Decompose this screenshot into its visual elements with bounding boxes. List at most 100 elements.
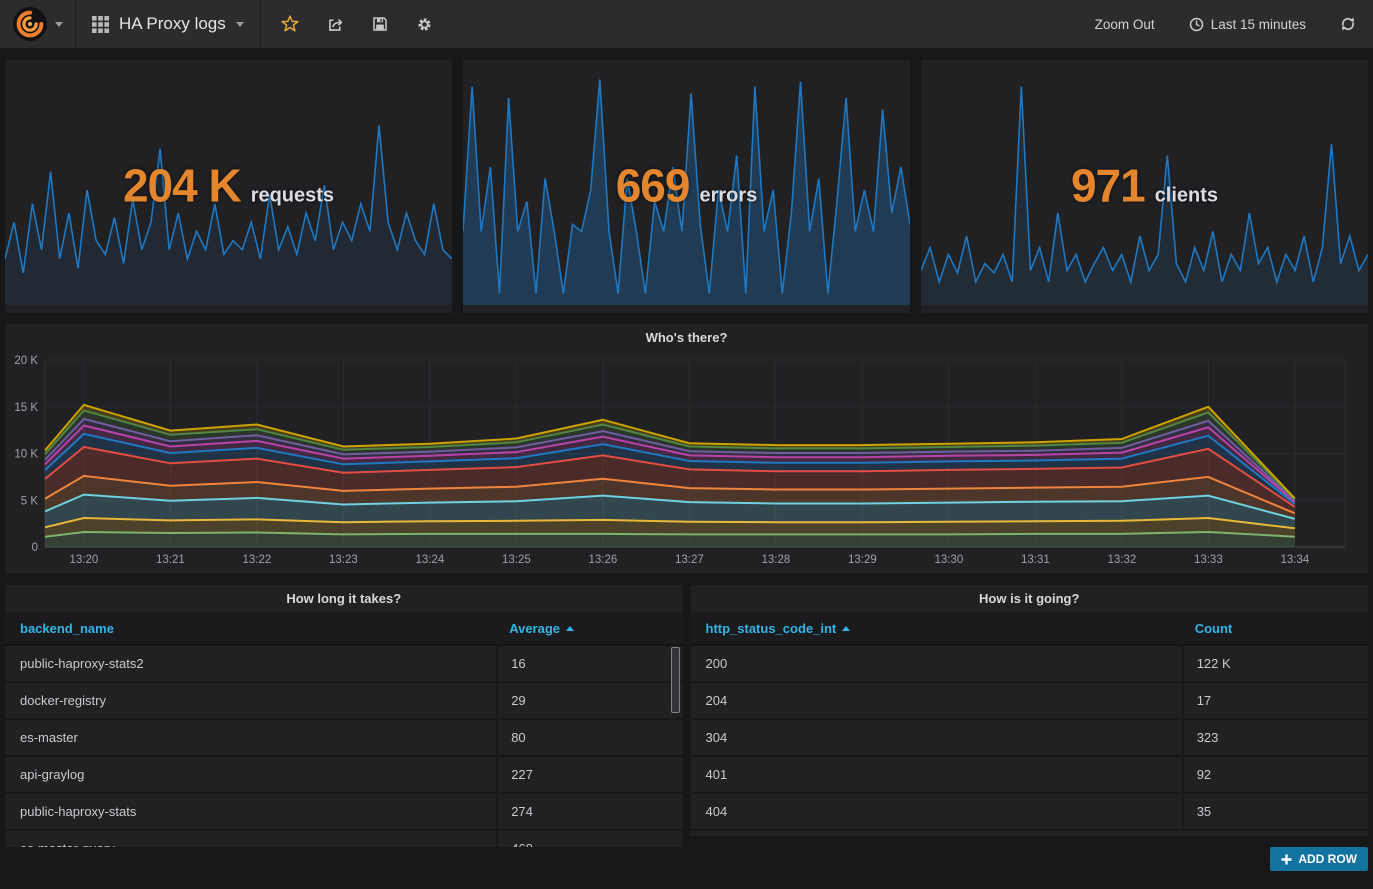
cell-backend_name: docker-registry — [5, 683, 496, 718]
cell-backend_name: api-graylog — [5, 757, 496, 792]
star-button[interactable] — [267, 0, 313, 48]
how-long-it-takes-panel: How long it takes? backend_name Average p… — [5, 585, 683, 847]
svg-text:13:22: 13:22 — [243, 554, 272, 566]
time-range-label: Last 15 minutes — [1211, 17, 1306, 32]
cell-backend_name: public-haproxy-stats2 — [5, 646, 496, 681]
table-header: http_status_code_int Count — [691, 612, 1369, 646]
svg-text:13:32: 13:32 — [1107, 554, 1136, 566]
svg-text:13:28: 13:28 — [761, 554, 790, 566]
svg-text:13:30: 13:30 — [934, 554, 963, 566]
how-is-it-going-panel: How is it going? http_status_code_int Cou… — [691, 585, 1369, 836]
grafana-main-menu[interactable] — [0, 0, 75, 48]
panel-title[interactable]: Who's there? — [5, 324, 1368, 351]
sort-link[interactable]: backend_name — [20, 621, 114, 636]
chevron-down-icon — [55, 22, 63, 27]
gear-icon — [416, 16, 433, 33]
table-row: public-haproxy-stats216 — [5, 646, 683, 681]
table-header: backend_name Average — [5, 612, 683, 646]
cell-backend_name: es-master-query — [5, 831, 496, 847]
cell-http_status_code_int: 304 — [691, 720, 1182, 755]
svg-text:13:29: 13:29 — [848, 554, 877, 566]
cell-Count: 35 — [1182, 794, 1368, 829]
cell-http_status_code_int: 404 — [691, 794, 1182, 829]
svg-text:15 K: 15 K — [14, 402, 38, 414]
cell-Average: 80 — [496, 720, 682, 755]
panel-title[interactable]: How long it takes? — [5, 585, 683, 612]
svg-text:20 K: 20 K — [14, 355, 38, 367]
column-header-backend_name: backend_name — [5, 621, 496, 636]
svg-text:13:31: 13:31 — [1021, 554, 1050, 566]
sort-link[interactable]: Count — [1195, 621, 1233, 636]
navbar: HA Proxy logs — [0, 0, 1373, 48]
errors-value: 669 — [616, 158, 690, 212]
table-row: es-master-query468 — [5, 829, 683, 847]
svg-text:13:21: 13:21 — [156, 554, 185, 566]
table-row: 20417 — [691, 681, 1369, 718]
refresh-button[interactable] — [1323, 16, 1373, 32]
column-header-Count: Count — [1182, 621, 1368, 636]
requests-value: 204 K — [123, 158, 241, 212]
save-icon — [372, 16, 388, 32]
column-header-Average: Average — [496, 621, 682, 636]
sort-asc-icon — [842, 626, 850, 631]
svg-text:13:23: 13:23 — [329, 554, 358, 566]
table-row: 200122 K — [691, 646, 1369, 681]
cell-http_status_code_int: 401 — [691, 757, 1182, 792]
share-icon — [327, 16, 344, 33]
cell-Count: 92 — [1182, 757, 1368, 792]
cell-Average: 274 — [496, 794, 682, 829]
svg-text:13:25: 13:25 — [502, 554, 531, 566]
table-row: api-graylog227 — [5, 755, 683, 792]
cell-Count: 17 — [1182, 683, 1368, 718]
plus-icon — [1281, 854, 1292, 865]
table-row: 40435 — [691, 792, 1369, 829]
add-row-button[interactable]: ADD ROW — [1270, 847, 1368, 871]
clients-value: 971 — [1071, 158, 1145, 212]
svg-text:13:24: 13:24 — [416, 554, 445, 566]
table-body: public-haproxy-stats216docker-registry29… — [5, 646, 683, 847]
sort-link[interactable]: Average — [509, 621, 560, 636]
cell-Average: 29 — [496, 683, 682, 718]
table-row: public-haproxy-stats274 — [5, 792, 683, 829]
table-row: 304323 — [691, 718, 1369, 755]
zoom-out-button[interactable]: Zoom Out — [1078, 17, 1172, 32]
stacked-area-chart[interactable]: 05 K10 K15 K20 K13:2013:2113:2213:2313:2… — [5, 324, 1368, 573]
table-body: 200122 K204173043234019240435 — [691, 646, 1369, 829]
sort-asc-icon — [566, 626, 574, 631]
stats-row: 204 K requests 669 errors 971 clients — [5, 60, 1368, 313]
dashboard-title-dropdown[interactable]: HA Proxy logs — [76, 0, 260, 48]
dashboard-title: HA Proxy logs — [119, 14, 226, 34]
svg-text:13:33: 13:33 — [1194, 554, 1223, 566]
sort-link[interactable]: http_status_code_int — [706, 621, 837, 636]
empty-table-row — [691, 829, 1369, 836]
cell-Average: 468 — [496, 831, 682, 847]
svg-text:5 K: 5 K — [21, 495, 39, 507]
errors-label: errors — [699, 184, 757, 207]
share-button[interactable] — [313, 0, 358, 48]
dashboard-grid-icon — [92, 16, 109, 33]
refresh-icon — [1340, 16, 1356, 32]
star-icon — [281, 15, 299, 33]
svg-text:13:26: 13:26 — [588, 554, 617, 566]
cell-http_status_code_int: 200 — [691, 646, 1182, 681]
save-button[interactable] — [358, 0, 402, 48]
svg-text:10 K: 10 K — [14, 449, 38, 461]
cell-http_status_code_int: 204 — [691, 683, 1182, 718]
cell-Count: 323 — [1182, 720, 1368, 755]
tables-row: How long it takes? backend_name Average p… — [5, 585, 1368, 847]
settings-button[interactable] — [402, 0, 447, 48]
table-scrollbar[interactable] — [671, 647, 680, 713]
stat-panel-errors: 669 errors — [463, 60, 910, 313]
svg-text:13:20: 13:20 — [70, 554, 99, 566]
chevron-down-icon — [236, 22, 244, 27]
stat-panel-clients: 971 clients — [921, 60, 1368, 313]
panel-title[interactable]: How is it going? — [691, 585, 1369, 612]
svg-text:13:27: 13:27 — [675, 554, 704, 566]
cell-backend_name: public-haproxy-stats — [5, 794, 496, 829]
svg-text:13:34: 13:34 — [1280, 554, 1309, 566]
column-header-http_status_code_int: http_status_code_int — [691, 621, 1182, 636]
time-range-picker[interactable]: Last 15 minutes — [1172, 17, 1323, 32]
table-row: 40192 — [691, 755, 1369, 792]
cell-Average: 16 — [496, 646, 682, 681]
grafana-logo-icon — [12, 6, 48, 42]
